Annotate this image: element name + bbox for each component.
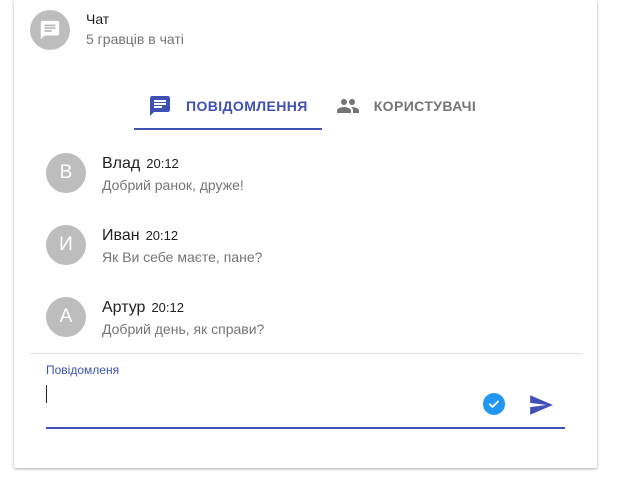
chat-title: Чат	[86, 11, 110, 27]
message-composer: Повідомленя	[46, 362, 565, 430]
message-time: 20:12	[146, 156, 179, 171]
message-input[interactable]	[46, 382, 466, 410]
tab-messages-label: ПОВІДОМЛЕННЯ	[186, 98, 308, 114]
text-caret	[46, 385, 47, 403]
message-author: Артур 20:12	[102, 299, 184, 317]
tab-users-label: КОРИСТУВАЧІ	[373, 98, 477, 114]
author-name: Влад	[102, 155, 141, 172]
message-author: Иван 20:12	[102, 227, 178, 245]
tab-bar: ПОВІДОМЛЕННЯ КОРИСТУВАЧІ	[134, 84, 490, 130]
avatar: А	[46, 297, 86, 337]
chat-icon	[40, 20, 60, 40]
message-time: 20:12	[145, 228, 179, 243]
check-circle-icon	[483, 393, 505, 415]
message-text: Добрий день, як справи?	[102, 321, 265, 337]
message-input-label: Повідомленя	[46, 363, 120, 377]
chat-card: Чат 5 гравців в чаті ПОВІДОМЛЕННЯ КОРИСТ…	[14, 0, 597, 468]
author-name: Артур	[102, 299, 146, 316]
avatar: И	[46, 225, 86, 265]
chat-subtitle: 5 гравців в чаті	[86, 31, 184, 47]
list-item[interactable]: И Иван 20:12 Як Ви себе маєте, пане?	[46, 220, 566, 292]
tab-users[interactable]: КОРИСТУВАЧІ	[322, 84, 490, 128]
tab-messages[interactable]: ПОВІДОМЛЕННЯ	[134, 84, 322, 130]
header-avatar	[30, 10, 70, 50]
input-underline	[46, 427, 565, 429]
author-name: Иван	[102, 227, 140, 244]
message-text: Як Ви себе маєте, пане?	[102, 249, 263, 265]
divider	[30, 353, 582, 354]
message-list: В Влад 20:12 Добрий ранок, друже! И Иван 2…	[46, 148, 566, 364]
message-text: Добрий ранок, друже!	[102, 177, 244, 193]
message-author: Влад 20:12	[102, 155, 179, 173]
send-icon[interactable]	[528, 392, 554, 418]
avatar: В	[46, 153, 86, 193]
message-icon	[148, 94, 172, 118]
people-icon	[336, 94, 360, 118]
list-item[interactable]: В Влад 20:12 Добрий ранок, друже!	[46, 148, 566, 220]
message-time: 20:12	[151, 300, 184, 315]
